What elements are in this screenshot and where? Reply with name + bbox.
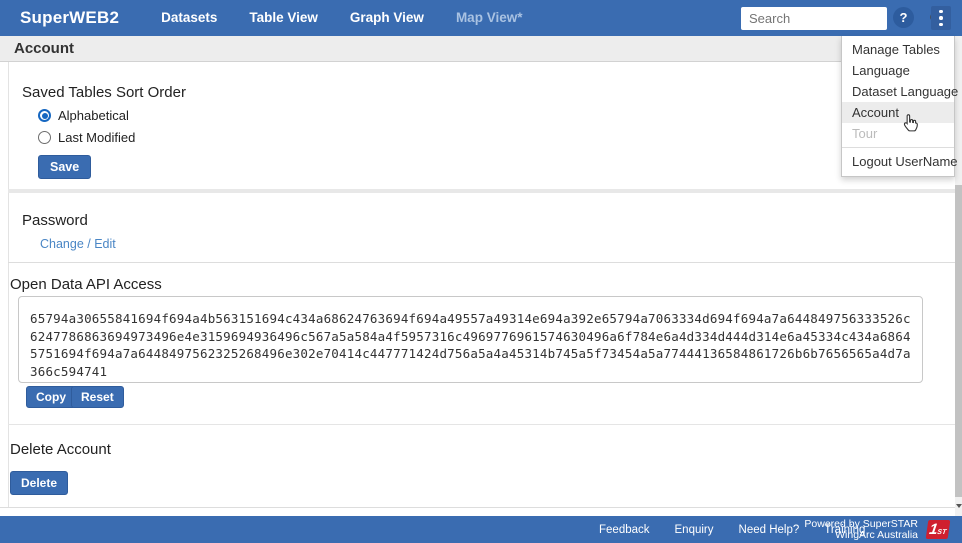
- app-logo[interactable]: SuperWEB2: [20, 8, 119, 28]
- top-navbar: SuperWEB2 Datasets Table View Graph View…: [0, 0, 962, 36]
- powered-by-line1: Powered by SuperSTAR: [804, 519, 918, 530]
- reset-button[interactable]: Reset: [71, 386, 124, 408]
- nav-table-view[interactable]: Table View: [233, 0, 334, 36]
- delete-button[interactable]: Delete: [10, 471, 68, 495]
- menu-item-dataset-language[interactable]: Dataset Language: [842, 81, 954, 102]
- radio-alphabetical-icon[interactable]: [38, 109, 51, 122]
- api-token-box: 65794a30655841694f694a4b563151694c434a68…: [18, 296, 923, 383]
- radio-last-modified[interactable]: Last Modified: [38, 130, 135, 145]
- api-token-line: 366c594741: [30, 363, 911, 381]
- delete-account-heading: Delete Account: [10, 441, 111, 458]
- powered-by-text: Powered by SuperSTAR WingArc Australia: [804, 519, 918, 540]
- footer-link-feedback[interactable]: Feedback: [599, 524, 650, 536]
- page-title-bar: Account: [0, 36, 962, 62]
- vertical-scrollbar[interactable]: [955, 36, 962, 516]
- radio-last-modified-icon[interactable]: [38, 131, 51, 144]
- api-token-line: 5751694f694a7a6448497562325268496e302e70…: [30, 345, 911, 363]
- powered-by-line2: WingArc Australia: [804, 530, 918, 541]
- menu-separator: [842, 147, 954, 148]
- menu-item-account[interactable]: Account: [842, 102, 954, 123]
- radio-alphabetical-label: Alphabetical: [58, 108, 129, 123]
- change-password-link[interactable]: Change / Edit: [40, 237, 116, 251]
- menu-item-logout[interactable]: Logout UserName: [842, 151, 954, 172]
- footer: Feedback Enquiry Need Help? Training Pow…: [0, 516, 962, 543]
- section-divider: [8, 262, 955, 263]
- radio-alphabetical[interactable]: Alphabetical: [38, 108, 129, 123]
- nav-map-view[interactable]: Map View*: [440, 0, 539, 36]
- api-token-line: 6247786863694973496e4e3159694936496c567a…: [30, 328, 911, 346]
- scrollbar-down-arrow-icon[interactable]: [956, 504, 962, 508]
- menu-item-manage-tables[interactable]: Manage Tables: [842, 39, 954, 60]
- content-left-border: [8, 62, 9, 508]
- help-button[interactable]: ?: [893, 7, 914, 28]
- page-title: Account: [14, 40, 74, 57]
- nav-graph-view[interactable]: Graph View: [334, 0, 440, 36]
- api-token-line: 65794a30655841694f694a4b563151694c434a68…: [30, 310, 911, 328]
- more-menu-button[interactable]: [931, 6, 951, 30]
- copy-button[interactable]: Copy: [26, 386, 76, 408]
- section-divider: [8, 189, 955, 193]
- section-divider: [8, 424, 955, 425]
- footer-link-need-help[interactable]: Need Help?: [739, 524, 800, 536]
- api-access-heading: Open Data API Access: [10, 276, 162, 293]
- password-heading: Password: [22, 212, 88, 229]
- bottom-divider: [0, 507, 962, 508]
- radio-last-modified-label: Last Modified: [58, 130, 135, 145]
- superstar-1st-logo: 1ST: [926, 520, 951, 539]
- footer-link-enquiry[interactable]: Enquiry: [675, 524, 714, 536]
- save-button[interactable]: Save: [38, 155, 91, 179]
- menu-item-tour: Tour: [842, 123, 954, 144]
- scrollbar-thumb[interactable]: [955, 185, 962, 497]
- settings-dropdown-menu: Manage Tables Language Dataset Language …: [841, 36, 955, 177]
- menu-item-language[interactable]: Language: [842, 60, 954, 81]
- logo-suffix: ST: [937, 529, 947, 536]
- sort-order-heading: Saved Tables Sort Order: [22, 84, 186, 101]
- nav-datasets[interactable]: Datasets: [145, 0, 233, 36]
- main-nav: Datasets Table View Graph View Map View*: [145, 0, 538, 36]
- search-box[interactable]: [741, 7, 887, 30]
